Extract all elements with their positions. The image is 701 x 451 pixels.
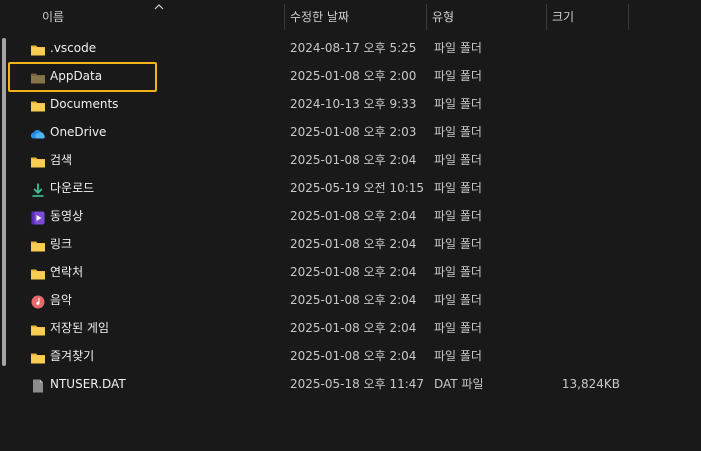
file-size: 13,824KB (561, 377, 620, 391)
file-name-cell[interactable]: 연락처 (30, 258, 280, 286)
file-name: 다운로드 (50, 181, 95, 195)
modified-date: 2024-10-13 오후 9:33 (290, 97, 417, 111)
file-name: 링크 (50, 237, 73, 251)
modified-date: 2025-01-08 오후 2:04 (290, 237, 417, 251)
file-type: 파일 폴더 (434, 97, 482, 111)
file-size (548, 230, 620, 258)
file-name-cell[interactable]: 다운로드 (30, 174, 280, 202)
file-row[interactable]: 검색 2025-01-08 오후 2:04 파일 폴더 (0, 146, 701, 174)
file-row[interactable]: OneDrive 2025-01-08 오후 2:03 파일 폴더 (0, 118, 701, 146)
file-row[interactable]: Documents 2024-10-13 오후 9:33 파일 폴더 (0, 90, 701, 118)
modified-date: 2025-01-08 오후 2:04 (290, 265, 417, 279)
file-type: 파일 폴더 (434, 181, 482, 195)
modified-date: 2024-08-17 오후 5:25 (290, 41, 417, 55)
file-row[interactable]: .vscode 2024-08-17 오후 5:25 파일 폴더 (0, 34, 701, 62)
file-name-cell[interactable]: 링크 (30, 230, 280, 258)
file-name-cell[interactable]: NTUSER.DAT (30, 370, 280, 398)
file-name: 검색 (50, 153, 73, 167)
file-size (548, 174, 620, 202)
file-name-cell[interactable]: 동영상 (30, 202, 280, 230)
onedrive-cloud-icon (30, 124, 46, 140)
file-type: 파일 폴더 (434, 41, 482, 55)
folder-icon (30, 348, 46, 364)
file-name: NTUSER.DAT (50, 377, 126, 391)
file-type: 파일 폴더 (434, 349, 482, 363)
file-size (548, 202, 620, 230)
modified-date: 2025-01-08 오후 2:04 (290, 349, 417, 363)
folder-icon (30, 96, 46, 112)
folder-icon (30, 264, 46, 280)
file-name-cell[interactable]: 저장된 게임 (30, 314, 280, 342)
file-name: .vscode (50, 41, 97, 55)
download-icon (30, 180, 46, 197)
file-type: 파일 폴더 (434, 237, 482, 251)
modified-date: 2025-01-08 오후 2:04 (290, 321, 417, 335)
file-size (548, 342, 620, 370)
file-name: Documents (50, 97, 119, 111)
column-header-bar: 이름 수정한 날짜 유형 크기 (0, 0, 701, 34)
file-name: 즐겨찾기 (50, 349, 95, 363)
folder-icon (30, 40, 46, 56)
file-type: 파일 폴더 (434, 265, 482, 279)
folder-icon (30, 320, 46, 336)
modified-date: 2025-01-08 오후 2:04 (290, 293, 417, 307)
file-name-cell[interactable]: 음악 (30, 286, 280, 314)
file-name: 저장된 게임 (50, 321, 110, 335)
file-name: 연락처 (50, 265, 84, 279)
file-row[interactable]: 동영상 2025-01-08 오후 2:04 파일 폴더 (0, 202, 701, 230)
file-size (548, 286, 620, 314)
file-size (548, 146, 620, 174)
folder-icon (30, 152, 46, 168)
file-size (548, 258, 620, 286)
file-name: 동영상 (50, 209, 84, 223)
modified-date: 2025-05-18 오후 11:47 (290, 377, 425, 391)
column-header-type[interactable]: 유형 (426, 0, 546, 34)
file-name-cell[interactable]: .vscode (30, 34, 280, 62)
file-size (548, 118, 620, 146)
file-name-cell[interactable]: 즐겨찾기 (30, 342, 280, 370)
file-row[interactable]: 다운로드 2025-05-19 오전 10:15 파일 폴더 (0, 174, 701, 202)
modified-date: 2025-01-08 오후 2:00 (290, 69, 417, 83)
modified-date: 2025-01-08 오후 2:04 (290, 209, 417, 223)
column-divider[interactable] (628, 4, 629, 30)
file-name: OneDrive (50, 125, 107, 139)
modified-date: 2025-01-08 오후 2:03 (290, 125, 417, 139)
file-row[interactable]: 저장된 게임 2025-01-08 오후 2:04 파일 폴더 (0, 314, 701, 342)
file-row[interactable]: NTUSER.DAT 2025-05-18 오후 11:47 DAT 파일 13,82… (0, 370, 701, 398)
file-type: 파일 폴더 (434, 153, 482, 167)
file-size (548, 34, 620, 62)
folder-icon (30, 236, 46, 252)
file-row[interactable]: 연락처 2025-01-08 오후 2:04 파일 폴더 (0, 258, 701, 286)
selection-highlight-box (8, 62, 157, 92)
file-type: 파일 폴더 (434, 69, 482, 83)
column-header-date[interactable]: 수정한 날짜 (284, 0, 426, 34)
file-type: 파일 폴더 (434, 293, 482, 307)
file-row[interactable]: 음악 2025-01-08 오후 2:04 파일 폴더 (0, 286, 701, 314)
file-type: 파일 폴더 (434, 125, 482, 139)
column-header-name[interactable]: 이름 (36, 0, 284, 34)
file-name-cell[interactable]: OneDrive (30, 118, 280, 146)
file-name-cell[interactable]: Documents (30, 90, 280, 118)
music-icon (30, 292, 46, 309)
file-row[interactable]: 링크 2025-01-08 오후 2:04 파일 폴더 (0, 230, 701, 258)
file-type: 파일 폴더 (434, 209, 482, 223)
modified-date: 2025-01-08 오후 2:04 (290, 153, 417, 167)
file-name: 음악 (50, 293, 73, 307)
file-size (548, 314, 620, 342)
file-type: 파일 폴더 (434, 321, 482, 335)
file-row[interactable]: 즐겨찾기 2025-01-08 오후 2:04 파일 폴더 (0, 342, 701, 370)
file-type: DAT 파일 (434, 377, 484, 391)
file-size (548, 90, 620, 118)
file-name-cell[interactable]: 검색 (30, 146, 280, 174)
file-icon (30, 376, 46, 393)
modified-date: 2025-05-19 오전 10:15 (290, 181, 425, 195)
column-header-size[interactable]: 크기 (546, 0, 628, 34)
file-size (548, 62, 620, 90)
video-icon (30, 208, 46, 225)
